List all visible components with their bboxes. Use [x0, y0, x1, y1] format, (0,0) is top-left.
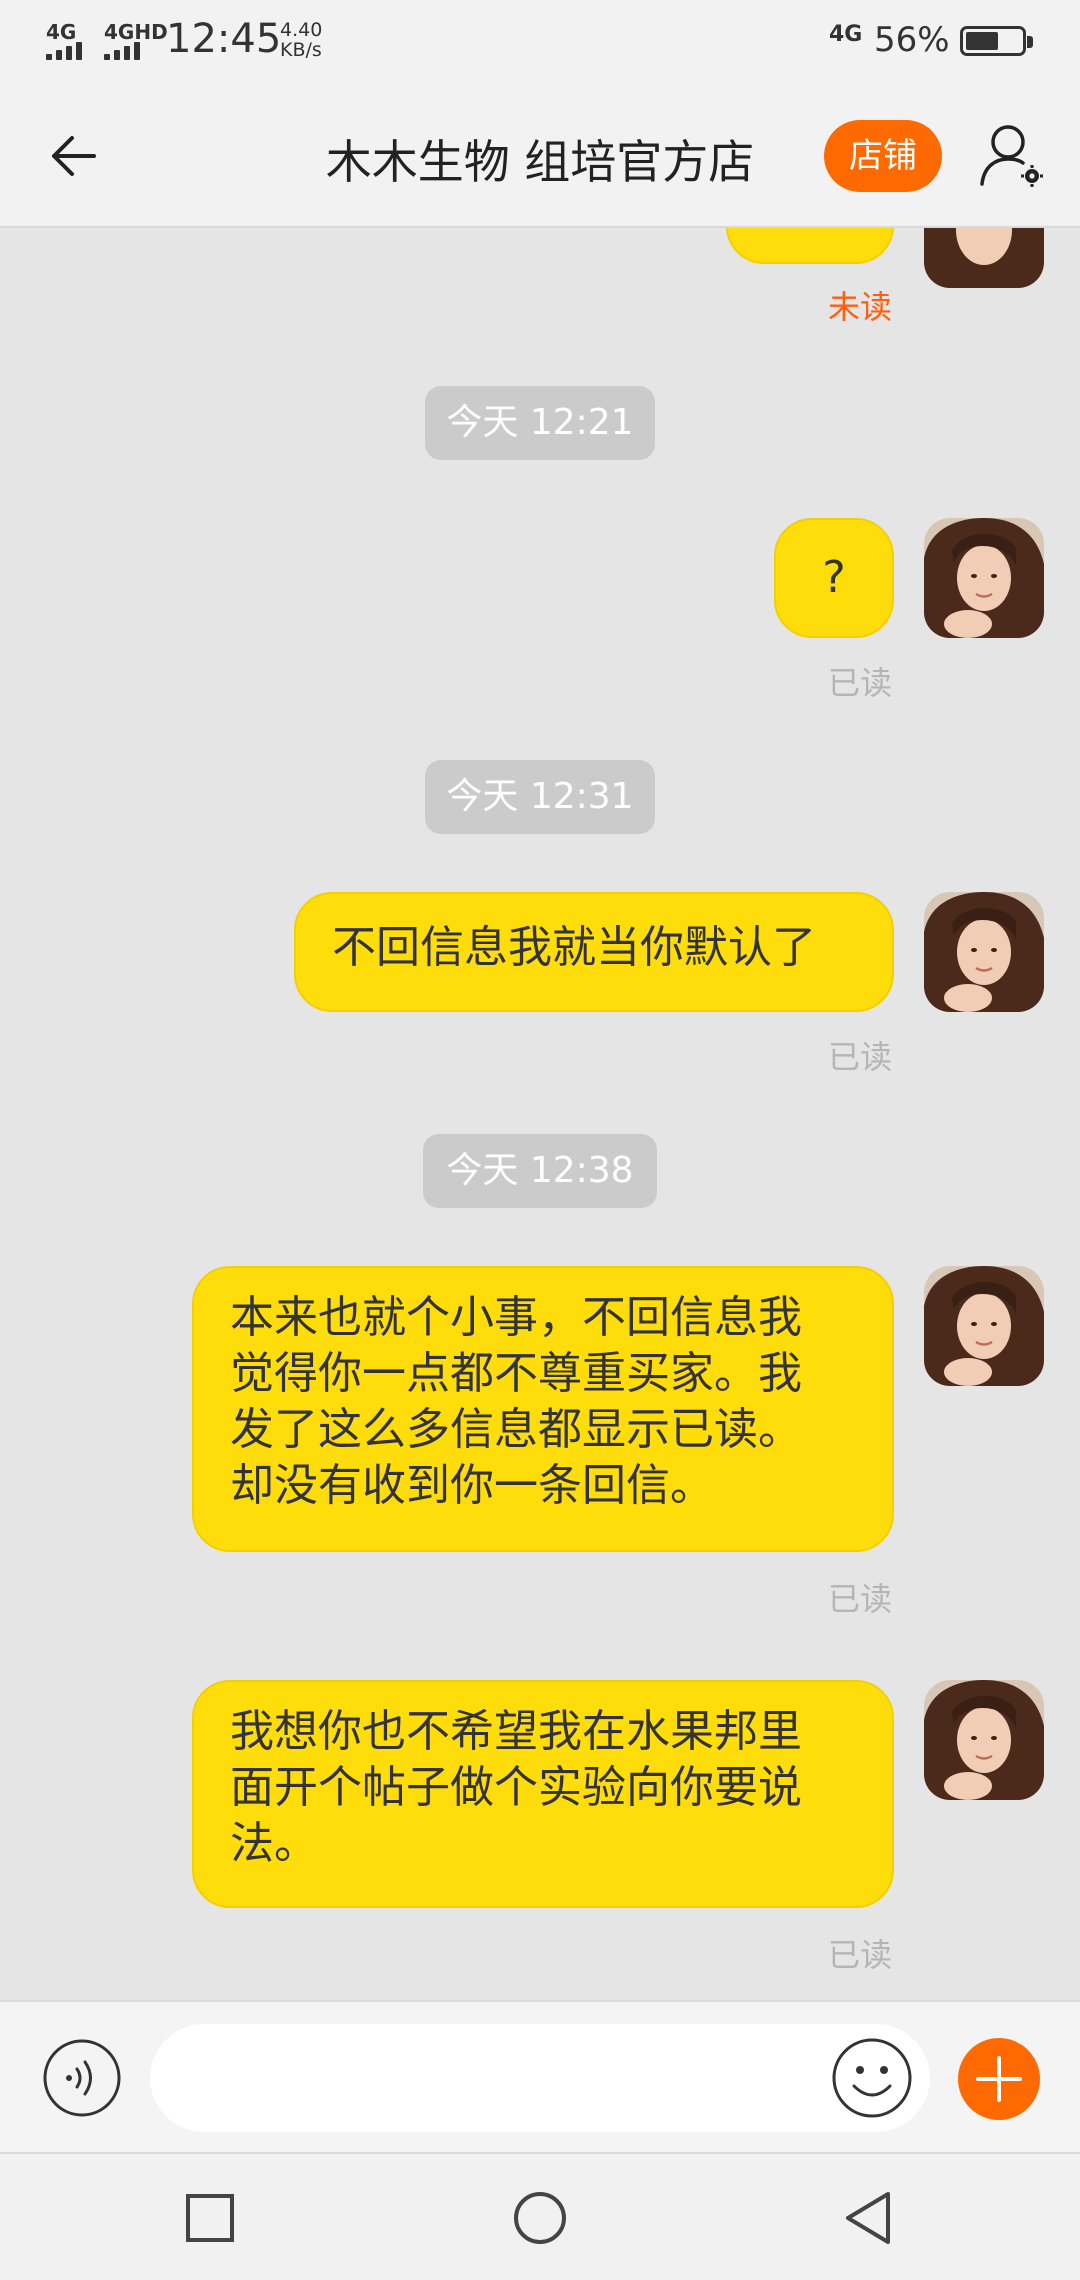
shop-button[interactable]: 店铺 [824, 120, 942, 192]
user-photo-avatar [924, 228, 1044, 288]
emoji-button[interactable] [830, 2036, 914, 2120]
user-photo-avatar [924, 1680, 1044, 1800]
network-speed-value: 4.40 [280, 19, 323, 41]
signal-label-2: 4GHD [104, 20, 168, 44]
avatar[interactable] [924, 892, 1044, 1012]
message-input[interactable] [150, 2024, 930, 2132]
status-bar: 4G 4GHD 12:45 4.40 KB/s 4G 56% [0, 0, 1080, 84]
avatar[interactable] [924, 1266, 1044, 1386]
square-icon [186, 2194, 234, 2242]
read-status: 已读 [827, 1580, 892, 1618]
read-status: 已读 [827, 1936, 892, 1974]
voice-icon [43, 2039, 121, 2117]
message-line: 我想你也不希望我在水果邦里 [230, 1706, 802, 1757]
signal-label-1: 4G [46, 20, 77, 44]
chat-header: 木木生物 组培官方店 店铺 [0, 84, 1080, 228]
timestamp: 今天 12:38 [423, 1134, 657, 1208]
user-settings-icon [980, 125, 1043, 187]
home-button[interactable] [510, 2188, 570, 2248]
signal-bars-icon [46, 42, 92, 60]
message-bubble[interactable]: ? [774, 518, 894, 638]
user-photo-avatar [924, 1266, 1044, 1386]
back-button[interactable] [40, 120, 112, 192]
signal-strength-2: 4GHD [104, 20, 168, 60]
system-nav-bar [0, 2152, 1080, 2280]
avatar[interactable] [924, 228, 1044, 288]
voice-button[interactable] [42, 2038, 122, 2118]
user-photo-avatar [924, 518, 1044, 638]
user-photo-avatar [924, 892, 1044, 1012]
back-nav-button[interactable] [838, 2188, 898, 2248]
message-line: 却没有收到你一条回信。 [230, 1460, 714, 1511]
avatar[interactable] [924, 1680, 1044, 1800]
plus-icon [976, 2056, 1022, 2102]
message-line: 觉得你一点都不尊重买家。我 [230, 1348, 802, 1399]
message-line: 面开个帖子做个实验向你要说 [230, 1762, 802, 1813]
battery-percent: 56% [874, 20, 950, 60]
user-settings-button[interactable] [976, 120, 1048, 192]
network-speed-unit: KB/s [280, 39, 322, 61]
message-bubble[interactable]: 本来也就个小事，不回信息我 觉得你一点都不尊重买家。我 发了这么多信息都显示已读… [192, 1266, 894, 1552]
message-bubble[interactable] [726, 228, 894, 264]
page-title: 木木生物 组培官方店 [325, 135, 755, 189]
network-type: 4G [829, 22, 863, 47]
arrow-left-icon [52, 136, 96, 176]
chat-area[interactable]: 未读 今天 12:21 ? 已读 今天 12:31 不回信息我就当你默认了 已读… [0, 228, 1080, 2000]
battery-icon [960, 26, 1033, 56]
network-speed: 4.40 KB/s [280, 20, 322, 60]
timestamp: 今天 12:31 [425, 760, 655, 834]
recent-apps-button[interactable] [180, 2188, 240, 2248]
emoji-icon [832, 2038, 912, 2118]
avatar[interactable] [924, 518, 1044, 638]
message-bubble[interactable]: 我想你也不希望我在水果邦里 面开个帖子做个实验向你要说 法。 [192, 1680, 894, 1908]
read-status: 已读 [827, 664, 892, 702]
message-line: 本来也就个小事，不回信息我 [230, 1292, 802, 1343]
input-bar [0, 2000, 1080, 2152]
add-attachment-button[interactable] [958, 2038, 1040, 2120]
message-line: 发了这么多信息都显示已读。 [230, 1404, 802, 1455]
circle-icon [514, 2192, 566, 2244]
clock: 12:45 [166, 16, 282, 62]
message-line: 法。 [230, 1818, 318, 1869]
read-status: 未读 [827, 288, 892, 326]
read-status: 已读 [827, 1038, 892, 1076]
timestamp: 今天 12:21 [425, 386, 655, 460]
triangle-back-icon [846, 2192, 890, 2244]
signal-bars-icon [104, 42, 150, 60]
message-bubble[interactable]: 不回信息我就当你默认了 [294, 892, 894, 1012]
signal-strength-1: 4G [46, 20, 96, 60]
